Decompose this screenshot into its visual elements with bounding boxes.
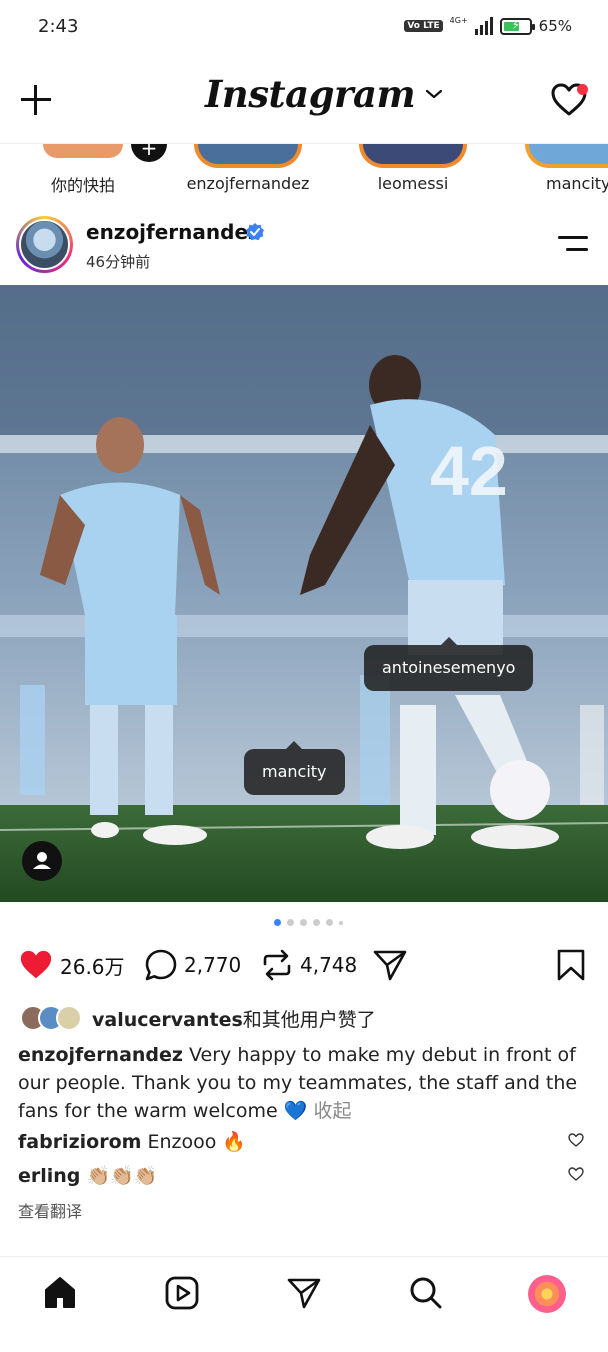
post-media[interactable]: 42 antoinesemenyo mancity	[0, 285, 608, 902]
comment-icon	[145, 949, 177, 981]
nav-home[interactable]	[42, 1275, 78, 1311]
person-icon	[33, 852, 51, 869]
status-bar: 2:43 Vo LTE 4G+ ⚡ 65%	[0, 0, 608, 58]
notification-dot	[577, 84, 588, 95]
create-post-button[interactable]	[18, 82, 54, 118]
liked-by-text: valucervantes和其他用户赞了	[92, 1005, 376, 1032]
notifications-button[interactable]	[550, 82, 590, 120]
share-button[interactable]	[372, 948, 408, 982]
signal-icon	[474, 17, 493, 35]
story-mancity[interactable]: mancity	[514, 144, 608, 193]
search-icon	[410, 1277, 442, 1309]
story-your-story[interactable]: + 你的快拍	[18, 144, 167, 196]
story-avatar	[194, 144, 302, 168]
post-author-avatar[interactable]	[16, 216, 73, 273]
comment-button[interactable]: 2,770	[144, 948, 241, 982]
story-label: leomessi	[377, 174, 449, 193]
nav-profile-avatar[interactable]	[528, 1275, 566, 1313]
story-avatar	[43, 144, 123, 158]
comment-username[interactable]: fabriziorom	[18, 1131, 141, 1153]
comment-like-icon[interactable]	[568, 1133, 584, 1147]
app-header: Instagram	[0, 60, 608, 144]
liked-by-suffix: 和其他用户赞了	[242, 1008, 376, 1031]
battery-icon: ⚡	[499, 17, 535, 35]
liked-by-user[interactable]: valucervantes	[92, 1009, 243, 1031]
carousel-indicator	[274, 919, 343, 926]
nav-messages[interactable]	[286, 1275, 322, 1311]
carousel-dot	[326, 919, 333, 926]
story-label: enzojfernandez	[186, 174, 310, 193]
like-button[interactable]: 26.6万	[18, 948, 125, 982]
status-time: 2:43	[38, 16, 79, 37]
collapse-caption-link[interactable]: 收起	[313, 1100, 351, 1122]
post-header: enzojfernandez 46分钟前	[0, 214, 608, 278]
comment-like-icon[interactable]	[568, 1167, 584, 1181]
story-label: mancity	[546, 174, 608, 193]
send-icon	[373, 950, 407, 981]
story-enzojfernandez[interactable]: enzojfernandez	[183, 144, 313, 193]
story-avatar	[525, 144, 608, 168]
see-translation-link[interactable]: 查看翻译	[18, 1198, 82, 1222]
blue-heart-emoji: 💙	[283, 1100, 308, 1122]
bookmark-icon	[557, 949, 585, 981]
home-icon	[45, 1277, 75, 1308]
heart-filled-icon	[20, 950, 52, 979]
battery-percent: 65%	[538, 17, 572, 35]
send-icon	[287, 1278, 321, 1309]
carousel-dot	[339, 920, 343, 925]
bottom-navigation	[0, 1256, 608, 1352]
user-tag-player[interactable]: antoinesemenyo	[364, 637, 534, 691]
repost-button[interactable]: 4,748	[260, 948, 357, 982]
repost-icon	[263, 949, 291, 981]
svg-text:42: 42	[430, 432, 508, 510]
comment-preview[interactable]: fabriziorom Enzooo 🔥	[18, 1130, 590, 1153]
liker-avatar	[56, 1005, 82, 1031]
carousel-dot	[300, 919, 307, 926]
nav-search[interactable]	[408, 1275, 444, 1311]
verified-badge-icon	[246, 223, 264, 241]
repost-count: 4,748	[300, 953, 358, 977]
show-tags-button[interactable]	[22, 841, 62, 881]
volte-badge: Vo LTE	[404, 20, 443, 32]
comment-preview[interactable]: erling 👏🏼👏🏼👏🏼	[18, 1164, 590, 1187]
save-button[interactable]	[556, 948, 586, 982]
reels-icon	[165, 1276, 199, 1310]
add-story-icon[interactable]: +	[131, 144, 167, 162]
story-avatar	[359, 144, 467, 168]
post-author-username[interactable]: enzojfernandez	[86, 220, 260, 244]
instagram-logo: Instagram	[205, 72, 416, 116]
post-options-button[interactable]	[558, 234, 590, 254]
carousel-dot-active	[274, 919, 281, 926]
chevron-down-icon	[425, 89, 443, 99]
post-caption: enzojfernandez Very happy to make my deb…	[18, 1041, 590, 1125]
story-leomessi[interactable]: leomessi	[348, 144, 478, 193]
comment-username[interactable]: erling	[18, 1165, 80, 1187]
story-label: 你的快拍	[50, 176, 115, 195]
user-tag-club[interactable]: mancity	[244, 741, 345, 795]
post-photo: 42	[0, 285, 608, 902]
post-timestamp: 46分钟前	[86, 253, 151, 271]
feed-switcher[interactable]: Instagram	[205, 72, 443, 116]
nav-reels[interactable]	[164, 1275, 200, 1311]
stories-tray: + 你的快拍 enzojfernandez leomessi mancity	[0, 144, 608, 202]
like-count: 26.6万	[60, 954, 125, 979]
carousel-dot	[287, 919, 294, 926]
charging-icon: ⚡	[511, 17, 521, 32]
comment-count: 2,770	[184, 953, 242, 977]
caption-username[interactable]: enzojfernandez	[18, 1044, 183, 1066]
liked-by-row[interactable]: valucervantes和其他用户赞了	[20, 1003, 376, 1033]
post-actions: 26.6万 2,770 4,748	[0, 944, 608, 988]
comment-text: 👏🏼👏🏼👏🏼	[86, 1165, 158, 1187]
status-indicators: Vo LTE 4G+ ⚡ 65%	[404, 15, 572, 35]
carousel-dot	[313, 919, 320, 926]
comment-text: Enzooo 🔥	[147, 1131, 247, 1153]
network-label: 4G+	[449, 15, 468, 25]
